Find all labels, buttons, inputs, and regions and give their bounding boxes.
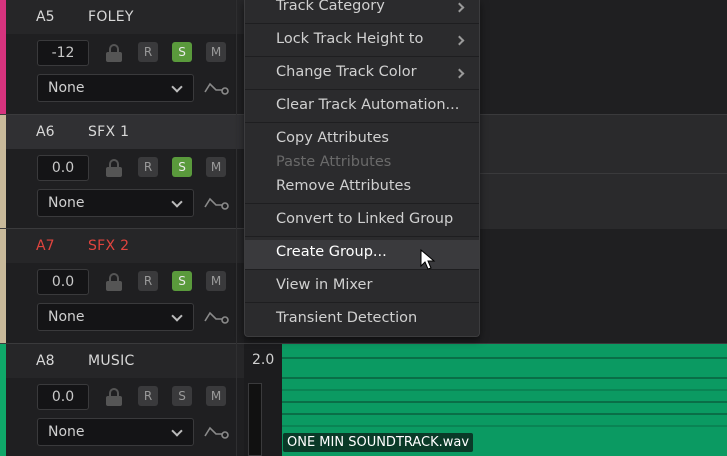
menu-item-convert-linked-group[interactable]: Convert to Linked Group bbox=[276, 211, 453, 227]
track-number: A5 bbox=[36, 9, 55, 25]
mute-button[interactable]: M bbox=[206, 386, 226, 406]
timeline-lane-a7[interactable] bbox=[480, 229, 727, 343]
record-button[interactable]: R bbox=[138, 42, 158, 62]
track-header-a7[interactable]: A7 SFX 2 0.0 R S M None bbox=[0, 229, 244, 343]
volume-field[interactable]: 0.0 bbox=[37, 384, 89, 410]
menu-item-copy-attributes[interactable]: Copy Attributes bbox=[276, 130, 389, 146]
clip-name: ONE MIN SOUNDTRACK.wav bbox=[283, 433, 474, 452]
input-select[interactable]: None bbox=[37, 74, 194, 102]
record-button[interactable]: R bbox=[138, 271, 158, 291]
menu-item-create-group[interactable]: Create Group... bbox=[276, 244, 387, 260]
mouse-cursor-icon bbox=[420, 249, 436, 270]
record-button[interactable]: R bbox=[138, 157, 158, 177]
chevron-down-icon bbox=[171, 425, 183, 437]
track-divider bbox=[0, 343, 244, 344]
chevron-right-icon bbox=[454, 35, 465, 46]
lock-icon[interactable] bbox=[106, 159, 122, 177]
menu-divider bbox=[245, 269, 479, 270]
menu-item-view-in-mixer[interactable]: View in Mixer bbox=[276, 277, 372, 293]
solo-button[interactable]: S bbox=[172, 386, 192, 406]
input-select[interactable]: None bbox=[37, 418, 194, 446]
menu-divider bbox=[245, 203, 479, 204]
chevron-down-icon bbox=[171, 196, 183, 208]
mute-button[interactable]: M bbox=[206, 157, 226, 177]
menu-item-clear-track-automation[interactable]: Clear Track Automation... bbox=[276, 97, 459, 113]
track-header-a6[interactable]: A6 SFX 1 0.0 R S M None bbox=[0, 115, 244, 229]
track-name[interactable]: FOLEY bbox=[88, 9, 134, 25]
menu-item-change-track-color[interactable]: Change Track Color bbox=[276, 64, 417, 80]
track-header-a5[interactable]: A5 FOLEY -12 R S M None bbox=[0, 0, 244, 114]
mute-button[interactable]: M bbox=[206, 271, 226, 291]
track-name[interactable]: SFX 2 bbox=[88, 238, 129, 254]
menu-item-track-category[interactable]: Track Category bbox=[276, 0, 385, 14]
track-divider bbox=[0, 228, 244, 229]
track-gain-value: 2.0 bbox=[252, 352, 275, 368]
automation-icon[interactable] bbox=[204, 193, 230, 211]
menu-divider bbox=[245, 23, 479, 24]
chevron-right-icon bbox=[454, 68, 465, 79]
menu-divider bbox=[245, 56, 479, 57]
chevron-down-icon bbox=[171, 81, 183, 93]
track-divider bbox=[0, 114, 244, 115]
track-number: A8 bbox=[36, 353, 55, 369]
input-select-value: None bbox=[48, 80, 85, 96]
lane-divider bbox=[480, 173, 727, 174]
record-button[interactable]: R bbox=[138, 386, 158, 406]
track-name[interactable]: SFX 1 bbox=[88, 124, 129, 140]
timeline-lane-a6[interactable] bbox=[480, 115, 727, 229]
menu-divider bbox=[245, 122, 479, 123]
lane-divider bbox=[480, 114, 727, 115]
menu-item-transient-detection[interactable]: Transient Detection bbox=[276, 310, 417, 326]
menu-item-lock-track-height[interactable]: Lock Track Height to bbox=[276, 31, 423, 47]
chevron-down-icon bbox=[171, 310, 183, 322]
menu-divider bbox=[245, 89, 479, 90]
menu-item-remove-attributes[interactable]: Remove Attributes bbox=[276, 178, 411, 194]
input-select[interactable]: None bbox=[37, 303, 194, 331]
menu-item-paste-attributes: Paste Attributes bbox=[276, 154, 392, 170]
solo-button[interactable]: S bbox=[172, 42, 192, 62]
solo-button[interactable]: S bbox=[172, 157, 192, 177]
menu-divider bbox=[245, 236, 479, 237]
lock-icon[interactable] bbox=[106, 273, 122, 291]
automation-icon[interactable] bbox=[204, 78, 230, 96]
chevron-right-icon bbox=[454, 2, 465, 13]
lock-icon[interactable] bbox=[106, 388, 122, 406]
track-header-a8[interactable]: A8 MUSIC 0.0 R S M None bbox=[0, 344, 244, 456]
automation-icon[interactable] bbox=[204, 307, 230, 325]
lock-icon[interactable] bbox=[106, 44, 122, 62]
input-select-value: None bbox=[48, 309, 85, 325]
volume-field[interactable]: 0.0 bbox=[37, 155, 89, 181]
automation-icon[interactable] bbox=[204, 422, 230, 440]
header-column-divider bbox=[236, 0, 237, 456]
track-name[interactable]: MUSIC bbox=[88, 353, 135, 369]
track-context-menu: Track Category Lock Track Height to Chan… bbox=[244, 0, 480, 337]
timeline-lane-a5[interactable] bbox=[480, 0, 727, 114]
menu-divider bbox=[245, 302, 479, 303]
mute-button[interactable]: M bbox=[206, 42, 226, 62]
input-select-value: None bbox=[48, 195, 85, 211]
volume-field[interactable]: -12 bbox=[37, 40, 89, 66]
input-select-value: None bbox=[48, 424, 85, 440]
track-number: A7 bbox=[36, 238, 55, 254]
level-meter bbox=[248, 383, 262, 456]
input-select[interactable]: None bbox=[37, 189, 194, 217]
track-number: A6 bbox=[36, 124, 55, 140]
volume-field[interactable]: 0.0 bbox=[37, 269, 89, 295]
solo-button[interactable]: S bbox=[172, 271, 192, 291]
